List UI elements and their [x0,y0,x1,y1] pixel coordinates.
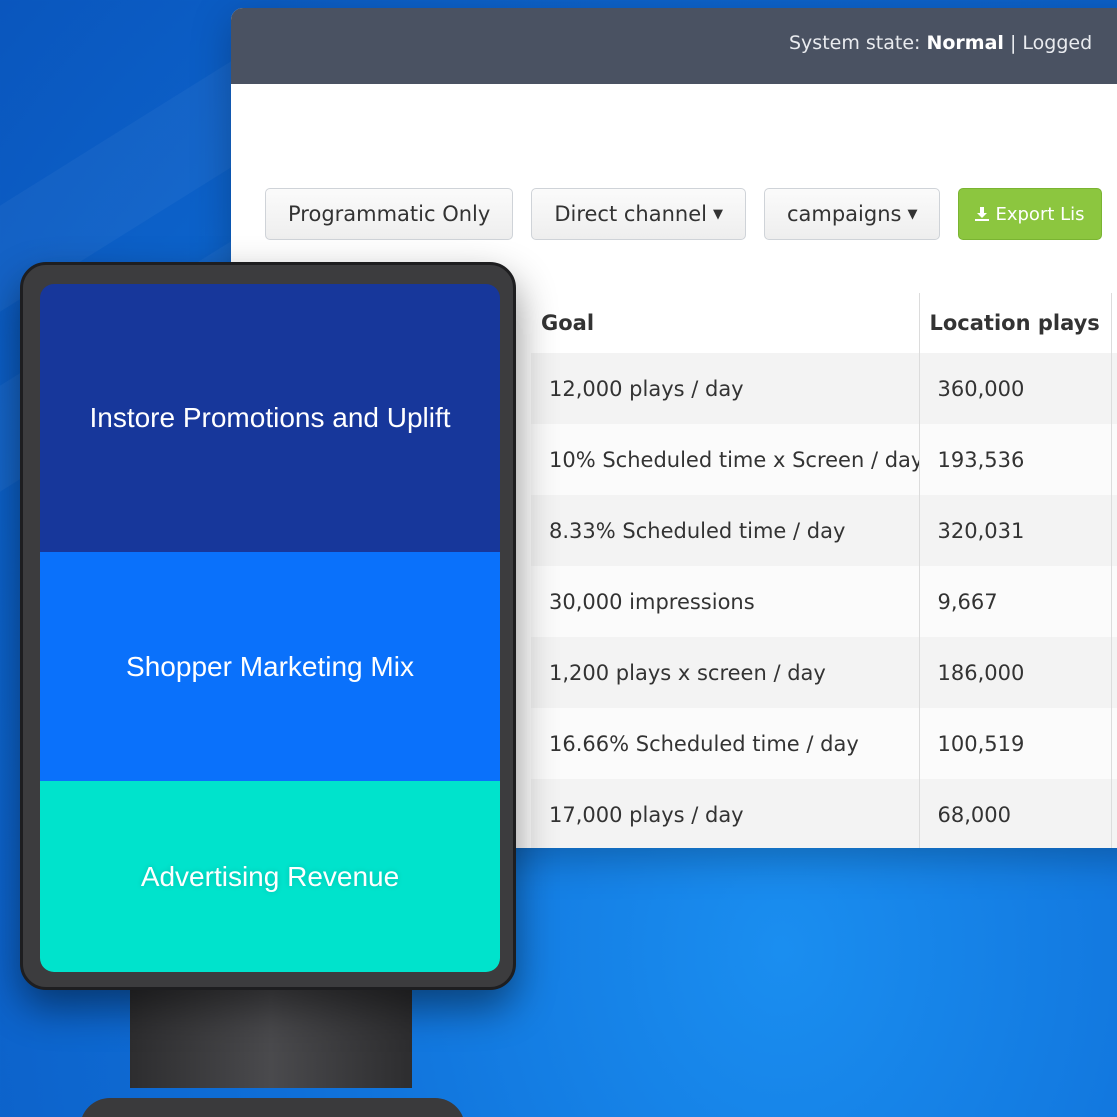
column-header-goal[interactable]: Goal [531,293,920,353]
system-state-value: Normal [926,32,1004,54]
location-plays-cell: 100,519 [919,708,1112,779]
table-header-row: Goal Location plays [531,293,1117,353]
kiosk-panel-shopper-marketing: Shopper Marketing Mix [40,552,500,781]
direct-channel-dropdown[interactable]: Direct channel ▼ [531,188,746,240]
export-list-button[interactable]: Export Lis [958,188,1102,240]
goal-cell: 8.33% Scheduled time / day [531,495,920,566]
caret-down-icon: ▼ [907,206,918,222]
goal-cell: 17,000 plays / day [531,779,920,848]
goal-cell: 1,200 plays x screen / day [531,637,920,708]
location-plays-cell: 186,000 [919,637,1112,708]
table-row[interactable]: 1,200 plays x screen / day 186,000 [531,637,1117,708]
location-plays-cell: 360,000 [919,353,1112,424]
location-plays-cell: 9,667 [919,566,1112,637]
kiosk-stand-neck [130,978,412,1088]
location-plays-cell: 193,536 [919,424,1112,495]
programmatic-only-button[interactable]: Programmatic Only [265,188,514,240]
campaign-table: Goal Location plays 12,000 plays / day 3… [531,293,1117,848]
location-plays-cell: 68,000 [919,779,1112,848]
goal-cell: 10% Scheduled time x Screen / day [531,424,920,495]
table-row[interactable]: 17,000 plays / day 68,000 [531,779,1117,848]
table-row[interactable]: 16.66% Scheduled time / day 100,519 [531,708,1117,779]
table-row[interactable]: 12,000 plays / day 360,000 [531,353,1117,424]
kiosk-panel-advertising-revenue: Advertising Revenue [40,781,500,972]
kiosk-screen: Instore Promotions and Uplift Shopper Ma… [40,284,500,972]
digital-signage-kiosk: Instore Promotions and Uplift Shopper Ma… [20,262,516,990]
table-row[interactable]: 8.33% Scheduled time / day 320,031 [531,495,1117,566]
goal-cell: 30,000 impressions [531,566,920,637]
table-row[interactable]: 30,000 impressions 9,667 [531,566,1117,637]
campaigns-dropdown[interactable]: campaigns ▼ [763,188,941,240]
goal-cell: 16.66% Scheduled time / day [531,708,920,779]
kiosk-panel-instore-promotions: Instore Promotions and Uplift [40,284,500,552]
goal-cell: 12,000 plays / day [531,353,920,424]
column-header-location-plays[interactable]: Location plays [919,293,1112,353]
table-row[interactable]: 10% Scheduled time x Screen / day 193,53… [531,424,1117,495]
caret-down-icon: ▼ [712,206,723,222]
filter-toolbar: Programmatic Only Direct channel ▼ campa… [265,188,1102,240]
location-plays-cell: 320,031 [919,495,1112,566]
kiosk-stand-base [80,1098,465,1117]
top-status-bar: System state: Normal | Logged [231,8,1117,84]
download-icon [975,207,990,221]
system-status-text: System state: Normal | Logged [789,32,1093,54]
